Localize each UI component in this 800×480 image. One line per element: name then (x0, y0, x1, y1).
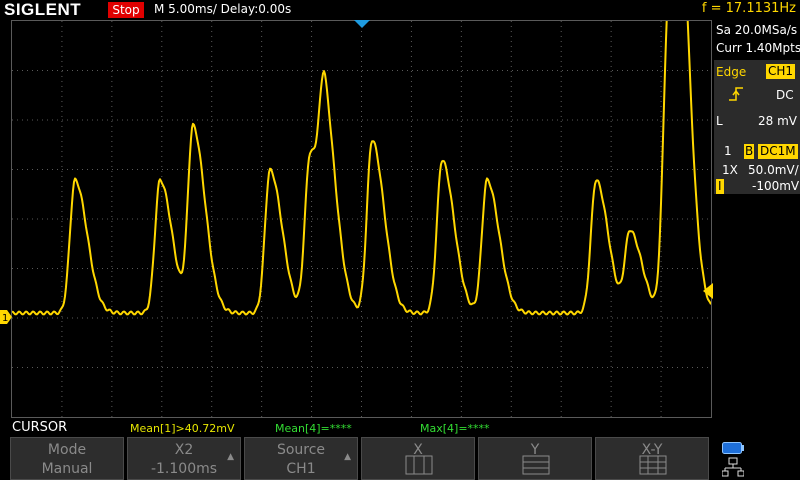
frequency-counter: f = 17.1131Hz (701, 1, 796, 16)
timebase-readout[interactable]: M 5.00ms/ Delay:0.00s (154, 2, 291, 16)
sample-rate: Sa 20.0MSa/s (716, 23, 798, 37)
source-label: Source (276, 442, 326, 458)
trigger-coupling: DC (776, 88, 794, 102)
status-icon (722, 442, 744, 454)
cursor-title: CURSOR (12, 420, 68, 435)
trigger-level: 28 mV (758, 114, 797, 128)
adjust-arrow-icon: ▲ (344, 452, 351, 462)
x2-value: -1.100ms (150, 461, 218, 477)
trigger-position-icon[interactable] (354, 20, 370, 28)
y-cursor-icon (522, 455, 550, 475)
source-softkey[interactable]: Source CH1 ▲ (244, 437, 358, 480)
xy-cursor-icon (639, 455, 667, 475)
x2-label: X2 (174, 442, 194, 458)
y-cursor-softkey[interactable]: Y (478, 437, 592, 480)
mean1-readout: Mean[1]>40.72mV (130, 422, 235, 435)
bandwidth-limit-icon: B (744, 144, 755, 159)
softkey-bar: Mode Manual X2 -1.100ms ▲ Source CH1 ▲ X… (0, 437, 800, 480)
memory-depth: Curr 1.40Mpts (716, 41, 800, 55)
probe-attenuation: 1X (722, 163, 738, 177)
rising-edge-icon (729, 87, 743, 101)
channel-coupling: DC1M (758, 144, 798, 159)
ch1-marker-label: 1 (2, 313, 8, 324)
network-icon (722, 457, 744, 477)
xy-cursor-softkey[interactable]: X-Y (595, 437, 709, 480)
mean4-readout: Mean[4]=**** (275, 422, 352, 435)
offset-marker-icon: I (716, 179, 724, 194)
x2-softkey[interactable]: X2 -1.100ms ▲ (127, 437, 241, 480)
trigger-level-label: L (716, 114, 723, 128)
trigger-level-icon[interactable] (703, 283, 713, 299)
channel-offset: -100mV (752, 179, 800, 193)
trigger-type: Edge (716, 65, 747, 79)
graticule-border (11, 20, 712, 418)
trigger-source: CH1 (766, 64, 796, 79)
x-cursor-icon (405, 455, 433, 475)
side-panel: Sa 20.0MSa/s Curr 1.40Mpts Edge CH1 DC L… (714, 20, 800, 418)
top-status-bar: SIGLENT Stop M 5.00ms/ Delay:0.00s f = 1… (0, 0, 800, 20)
max4-readout: Max[4]=**** (420, 422, 490, 435)
brand-logo: SIGLENT (4, 0, 82, 19)
ch1-offset-marker[interactable]: 1 (0, 310, 12, 324)
channel-number: 1 (724, 144, 732, 158)
x-cursor-softkey[interactable]: X (361, 437, 475, 480)
run-stop-indicator[interactable]: Stop (108, 2, 144, 18)
adjust-arrow-icon: ▲ (227, 452, 234, 462)
mode-softkey[interactable]: Mode Manual (10, 437, 124, 480)
mode-value: Manual (41, 461, 93, 477)
cursor-bar: CURSOR Mean[1]>40.72mV Mean[4]=**** Max[… (0, 420, 800, 436)
mode-label: Mode (47, 442, 87, 458)
volts-per-div: 50.0mV/ (748, 163, 799, 177)
source-value: CH1 (286, 461, 316, 477)
status-icons (718, 440, 798, 480)
